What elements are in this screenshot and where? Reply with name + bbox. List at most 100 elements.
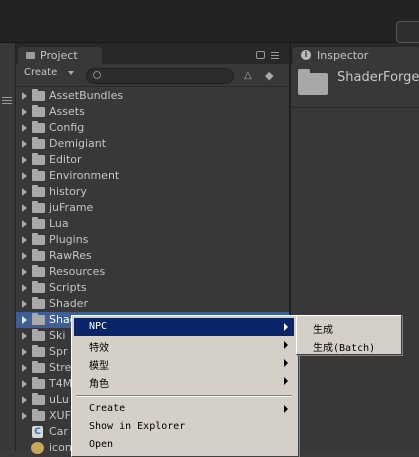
inspector-tab-bar: i Inspector — [291, 43, 419, 64]
tab-project[interactable]: Project — [18, 47, 102, 64]
tree-row-label: T4M — [49, 377, 73, 390]
folder-icon — [32, 169, 45, 181]
menu-item-effects[interactable]: 特效 — [74, 336, 294, 354]
folder-icon — [32, 185, 45, 197]
cloud-icon[interactable] — [396, 21, 419, 43]
tree-row[interactable]: Editor — [16, 152, 289, 168]
tree-row-label: juFrame — [49, 201, 94, 214]
tree-row[interactable]: Lua — [16, 216, 289, 232]
menu-icon[interactable] — [271, 52, 279, 61]
submenu-arrow-icon — [284, 341, 288, 349]
expand-arrow-icon[interactable] — [22, 412, 27, 420]
expand-arrow-icon[interactable] — [22, 364, 27, 372]
menu-item-label: NPC — [89, 321, 108, 332]
tab-project-label: Project — [40, 49, 78, 62]
submenu-item-label: 生成(Batch) — [313, 343, 376, 354]
folder-icon — [32, 313, 45, 325]
expand-arrow-icon[interactable] — [22, 252, 27, 260]
folder-icon — [32, 265, 45, 277]
expand-arrow-icon[interactable] — [22, 172, 27, 180]
expand-arrow-icon[interactable] — [22, 156, 27, 164]
tree-row-label: uLu — [49, 393, 69, 406]
menu-item-create[interactable]: Create — [74, 400, 294, 418]
folder-icon — [32, 249, 45, 261]
tree-row-label: AssetBundles — [49, 89, 124, 102]
submenu-item-generate[interactable]: 生成 — [299, 318, 397, 336]
tree-row-label: Editor — [49, 153, 82, 166]
tree-row-label: Car — [49, 425, 68, 438]
menu-item-open[interactable]: Open — [74, 436, 294, 454]
folder-icon — [32, 105, 45, 117]
folder-icon — [32, 329, 45, 341]
expand-arrow-icon[interactable] — [22, 380, 27, 388]
menu-item-label: Open — [89, 439, 114, 450]
folder-icon — [32, 153, 45, 165]
tab-inspector[interactable]: i Inspector — [293, 47, 419, 64]
tree-row-label: Spr — [49, 345, 68, 358]
folder-icon — [32, 281, 45, 293]
folder-icon — [32, 361, 45, 373]
expand-arrow-icon[interactable] — [22, 140, 27, 148]
expand-arrow-icon[interactable] — [22, 284, 27, 292]
expand-arrow-icon[interactable] — [22, 204, 27, 212]
expand-arrow-icon[interactable] — [22, 92, 27, 100]
tree-row[interactable]: AssetBundles — [16, 88, 289, 104]
expand-arrow-icon[interactable] — [22, 188, 27, 196]
menu-item-models[interactable]: 模型 — [74, 354, 294, 372]
folder-icon — [32, 377, 45, 389]
tab-inspector-label: Inspector — [317, 49, 369, 62]
expand-arrow-icon[interactable] — [22, 396, 27, 404]
expand-arrow-icon[interactable] — [22, 124, 27, 132]
search-icon — [93, 71, 101, 79]
scene-icon — [31, 442, 44, 454]
tree-row-label: history — [49, 185, 87, 198]
submenu-arrow-icon — [284, 405, 288, 413]
info-icon: i — [301, 50, 311, 60]
script-icon: C — [32, 426, 43, 438]
menu-item-label: Create — [89, 403, 126, 414]
folder-icon — [32, 409, 45, 421]
expand-arrow-icon[interactable] — [22, 332, 27, 340]
menu-item-label: Show in Explorer — [89, 421, 186, 432]
expand-arrow-icon[interactable] — [22, 316, 27, 324]
expand-arrow-icon[interactable] — [22, 220, 27, 228]
create-dropdown-button[interactable]: Create — [24, 67, 57, 78]
divider — [291, 107, 419, 108]
panel-menu-icon[interactable] — [2, 97, 12, 106]
search-input[interactable] — [86, 68, 234, 84]
tree-row[interactable]: RawRes — [16, 248, 289, 264]
expand-arrow-icon[interactable] — [22, 236, 27, 244]
tree-row-label: Resources — [49, 265, 106, 278]
menu-item-npc[interactable]: NPC — [74, 318, 294, 336]
filter-by-type-icon[interactable]: △ — [244, 70, 252, 81]
tree-row-label: Plugins — [49, 233, 89, 246]
tree-row[interactable]: juFrame — [16, 200, 289, 216]
expand-arrow-icon[interactable] — [22, 348, 27, 356]
inspector-panel: i Inspector ShaderForge — [291, 43, 419, 451]
folder-icon — [26, 52, 35, 59]
tree-row[interactable]: Environment — [16, 168, 289, 184]
tree-row[interactable]: Assets — [16, 104, 289, 120]
lock-icon[interactable] — [256, 51, 265, 59]
tree-row[interactable]: Resources — [16, 264, 289, 280]
expand-arrow-icon[interactable] — [22, 268, 27, 276]
folder-icon — [32, 345, 45, 357]
menu-item-characters[interactable]: 角色 — [74, 372, 294, 390]
expand-arrow-icon[interactable] — [22, 300, 27, 308]
tree-row-label: Demigiant — [49, 137, 107, 150]
tree-row[interactable]: Shader — [16, 296, 289, 312]
chevron-down-icon — [68, 71, 74, 75]
expand-arrow-icon[interactable] — [22, 108, 27, 116]
tree-row-label: Config — [49, 121, 85, 134]
folder-icon — [32, 121, 45, 133]
tree-row[interactable]: Demigiant — [16, 136, 289, 152]
filter-by-label-icon[interactable]: ◆ — [265, 69, 273, 82]
tree-row-label: Scripts — [49, 281, 87, 294]
tree-row[interactable]: Config — [16, 120, 289, 136]
tree-row[interactable]: Plugins — [16, 232, 289, 248]
tree-row[interactable]: Scripts — [16, 280, 289, 296]
submenu-item-generate-batch[interactable]: 生成(Batch) — [299, 336, 397, 354]
tree-row[interactable]: history — [16, 184, 289, 200]
tree-row-label: RawRes — [49, 249, 92, 262]
menu-item-show-in-explorer[interactable]: Show in Explorer — [74, 418, 294, 436]
